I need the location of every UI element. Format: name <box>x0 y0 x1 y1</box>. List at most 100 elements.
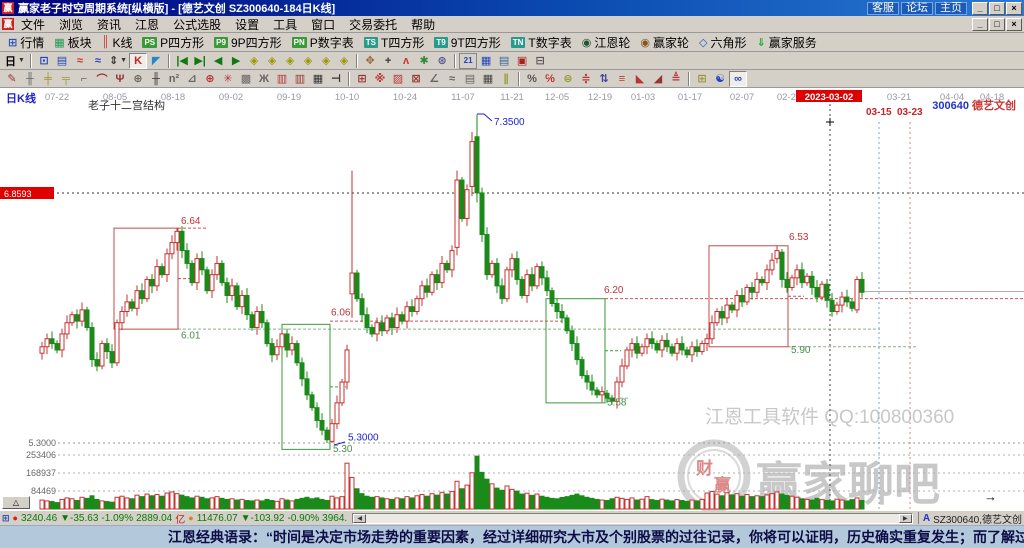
titlebar-link-1[interactable]: 论坛 <box>901 1 933 15</box>
infinity-icon[interactable]: ∞ <box>729 70 747 87</box>
menu-item-8[interactable]: 交易委托 <box>342 16 404 33</box>
crosshair-tool-icon[interactable]: + <box>379 53 397 69</box>
draw-fork-icon[interactable]: Ψ <box>111 71 129 87</box>
mdi-minimize-button[interactable]: _ <box>972 17 988 31</box>
menu-item-3[interactable]: 江恩 <box>128 16 166 33</box>
kline-style-icon[interactable]: K <box>129 52 148 69</box>
draw-measure-icon[interactable]: ⊣ <box>327 71 345 87</box>
shrink-v-icon[interactable]: ◈ <box>335 53 353 69</box>
tool-updown-icon[interactable]: ⇅ <box>595 71 613 87</box>
scroll-right-icon[interactable]: ▶ <box>898 513 912 523</box>
chart-area[interactable]: 江恩工具软件 QQ:100800360 财赢赢家聊吧 253406 168937 844… <box>0 88 1024 511</box>
expand-v-icon[interactable]: ◈ <box>317 53 335 69</box>
tool-tri2-icon[interactable]: ◢ <box>649 71 667 87</box>
scroll-left-icon[interactable]: ◀ <box>353 513 367 523</box>
draw-angle-icon[interactable]: ∠ <box>425 71 443 87</box>
toolbar-kline-button[interactable]: ║ K线 <box>97 34 138 51</box>
zoom-left-icon[interactable]: ◈ <box>245 53 263 69</box>
toolbar-gann-wheel-button[interactable]: ◉ 江恩轮 <box>577 34 636 51</box>
draw-fence-icon[interactable]: ▥ <box>273 71 291 87</box>
prev-icon[interactable]: ◀ <box>209 53 227 69</box>
draw-net-icon[interactable]: ▩ <box>237 71 255 87</box>
wheel-tool-icon[interactable]: ⊛ <box>433 53 451 69</box>
volume-pane-toggle-button[interactable]: △ <box>2 496 30 509</box>
draw-steps-icon[interactable]: ╤ <box>57 71 75 87</box>
draw-rect-icon[interactable]: ⊞ <box>353 71 371 87</box>
menu-item-0[interactable]: 文件 <box>14 16 52 33</box>
draw-pen-icon[interactable]: ✎ <box>3 71 21 87</box>
draw-star-icon[interactable]: ✳ <box>219 71 237 87</box>
draw-circle-icon[interactable]: ⊕ <box>129 71 147 87</box>
table-icon[interactable]: ⊞ <box>2 513 10 524</box>
draw-zig-icon[interactable]: ≈ <box>443 71 461 87</box>
restore-button[interactable]: □ <box>989 1 1005 15</box>
menu-item-5[interactable]: 设置 <box>228 16 266 33</box>
tool-wedge-icon[interactable]: ≜ <box>667 71 685 87</box>
trend-tool-icon[interactable]: ʌ <box>397 53 415 69</box>
notes-icon[interactable]: ▤ <box>495 53 513 69</box>
window-layout-icon[interactable]: ⊡ <box>35 53 53 69</box>
mdi-restore-button[interactable]: □ <box>989 17 1005 31</box>
first-page-icon[interactable]: |◀ <box>173 53 191 69</box>
calculator-icon[interactable]: ▦ <box>477 53 495 69</box>
mdi-close-button[interactable]: × <box>1006 17 1022 31</box>
toolbar-p-square-button[interactable]: PS P四方形 <box>137 34 209 51</box>
toolbar-winner-wheel-button[interactable]: ◉ 赢家轮 <box>635 34 694 51</box>
cart-icon[interactable]: ⊟ <box>531 53 549 69</box>
draw-arc-icon[interactable]: ⌒ <box>93 71 111 87</box>
draw-grid9-icon[interactable]: ▦ <box>309 71 327 87</box>
tool-percent2-icon[interactable]: ℅ <box>541 71 559 87</box>
wave-small-icon[interactable]: ≈ <box>71 53 89 69</box>
scroll-right-chart-icon[interactable]: → <box>984 489 997 504</box>
shrink-h-icon[interactable]: ◈ <box>299 53 317 69</box>
titlebar-link-2[interactable]: 主页 <box>935 1 967 15</box>
draw-k-icon[interactable]: Ж <box>255 71 273 87</box>
draw-fan-icon[interactable]: ※ <box>371 71 389 87</box>
menu-item-4[interactable]: 公式选股 <box>166 16 228 33</box>
draw-bars-icon[interactable]: ╫ <box>147 71 165 87</box>
tool-gold2-icon[interactable]: ≑ <box>577 71 595 87</box>
tool-percent-icon[interactable]: % <box>523 71 541 87</box>
menu-item-2[interactable]: 资讯 <box>90 16 128 33</box>
menu-item-9[interactable]: 帮助 <box>404 16 442 33</box>
draw-shade-icon[interactable]: ▨ <box>389 71 407 87</box>
toolbar-p9-square-button[interactable]: P9 9P四方形 <box>209 34 286 51</box>
titlebar-link-0[interactable]: 客服 <box>867 1 899 15</box>
status-scrollbar[interactable]: ◀ ▶ <box>352 512 913 524</box>
minimize-button[interactable]: _ <box>972 1 988 15</box>
toolbar-t-number-table-button[interactable]: TN T数字表 <box>506 34 577 51</box>
calendar-icon[interactable]: 21 <box>459 52 478 69</box>
scale-dropdown[interactable]: ⇕ ▼ <box>107 53 129 69</box>
draw-tri-icon[interactable]: ⊿ <box>183 71 201 87</box>
draw-parallel-icon[interactable]: ∥ <box>497 71 515 87</box>
draw-corner-icon[interactable]: ⌐ <box>75 71 93 87</box>
draw-panel-icon[interactable]: ▤ <box>461 71 479 87</box>
hand-tool-icon[interactable]: ✥ <box>361 53 379 69</box>
draw-target-icon[interactable]: ⊕ <box>201 71 219 87</box>
kline-chart[interactable]: 江恩工具软件 QQ:100800360财赢 赢家聊吧 253406 168937 844… <box>0 88 1024 511</box>
menu-item-1[interactable]: 浏览 <box>52 16 90 33</box>
toolbar-t9-square-button[interactable]: T9 9T四方形 <box>429 34 505 51</box>
menu-item-7[interactable]: 窗口 <box>304 16 342 33</box>
wave-large-icon[interactable]: ≈ <box>89 53 107 69</box>
tool-gold-icon[interactable]: ⊜ <box>559 71 577 87</box>
draw-boxx-icon[interactable]: ⊠ <box>407 71 425 87</box>
zoom-right-icon[interactable]: ◈ <box>263 53 281 69</box>
expand-h-icon[interactable]: ◈ <box>281 53 299 69</box>
tool-lines-icon[interactable]: ≡ <box>613 71 631 87</box>
draw-n2-icon[interactable]: n² <box>165 71 183 87</box>
draw-levels-icon[interactable]: ╪ <box>39 71 57 87</box>
tool-tri1-icon[interactable]: ◣ <box>631 71 649 87</box>
menu-item-6[interactable]: 工具 <box>266 16 304 33</box>
period-day-dropdown[interactable]: 日 ▼ <box>3 53 27 69</box>
draw-matrix-icon[interactable]: ▦ <box>479 71 497 87</box>
toolbar-p-number-table-button[interactable]: PN P数字表 <box>287 34 359 51</box>
flag-icon[interactable]: ◤ <box>147 53 165 69</box>
save-icon[interactable]: ▣ <box>513 53 531 69</box>
close-button[interactable]: × <box>1006 1 1022 15</box>
toolbar-hexagon-button[interactable]: ◇ 六角形 <box>694 34 751 51</box>
toolbar-quotes-button[interactable]: ⊞ 行情 <box>3 34 49 51</box>
last-page-icon[interactable]: ▶| <box>191 53 209 69</box>
taiji-icon[interactable]: ☯ <box>711 71 729 87</box>
toolbar-sectors-button[interactable]: ▦ 板块 <box>49 34 96 51</box>
